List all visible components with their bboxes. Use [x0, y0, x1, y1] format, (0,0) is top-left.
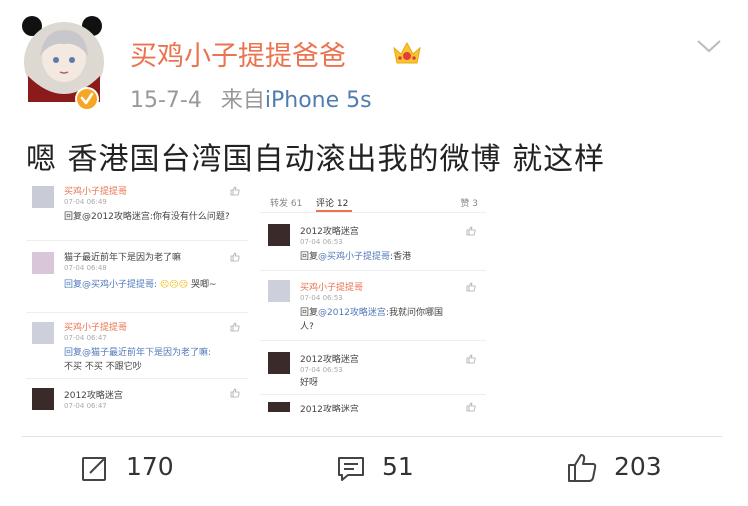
- embedded-image-left[interactable]: 买鸡小子提提哥 07-04 06:49 回复@2012攻略迷宫:你有没有什么问题…: [26, 184, 248, 412]
- comment-text: 回复@买鸡小子提提哥: ☹☹☹ 哭唧~: [64, 280, 217, 290]
- share-icon: [82, 457, 106, 481]
- tab-indicator: [316, 210, 352, 212]
- comment-time: 07-04 06:53: [300, 366, 343, 374]
- thumbs-up-icon: [568, 454, 597, 482]
- thumbs-up-icon[interactable]: [230, 252, 240, 262]
- tab-bar: 转发 61 评论 12 赞 3: [260, 184, 486, 213]
- list-item: 2012攻略迷宫 07-04 06:47: [26, 384, 248, 412]
- like-button[interactable]: 203: [566, 452, 662, 484]
- list-item: 2012攻略迷宫 07-04 06:53 回复@买鸡小子提提哥:香港: [260, 218, 486, 271]
- thumbs-up-icon[interactable]: [466, 226, 476, 236]
- list-item: 2012攻略迷宫 07-04 06:53 好呀: [260, 346, 486, 395]
- list-item: 买鸡小子提提哥 07-04 06:47 回复@猫子最近前年下是因为老了嘛: 不买 …: [26, 318, 248, 379]
- comment-time: 07-04 06:47: [64, 402, 107, 410]
- list-item: 2012攻略迷宫: [260, 398, 486, 412]
- avatar: [32, 388, 54, 410]
- avatar: [32, 252, 54, 274]
- tab-comment[interactable]: 评论 12: [316, 196, 348, 209]
- thumbs-up-icon[interactable]: [230, 186, 240, 196]
- comment-text: 回复@2012攻略迷宫:我就问你哪国 人?: [300, 308, 443, 332]
- thumbs-up-icon[interactable]: [230, 322, 240, 332]
- like-count: 203: [613, 452, 662, 481]
- list-item: 买鸡小子提提哥 07-04 06:53 回复@2012攻略迷宫:我就问你哪国 人?: [260, 276, 486, 341]
- thumbs-up-icon[interactable]: [466, 282, 476, 292]
- post-date: 15-7-4: [130, 88, 202, 113]
- list-item: 猫子最近前年下是因为老了嘛 07-04 06:48 回复@买鸡小子提提哥: ☹☹…: [26, 246, 248, 313]
- comment-text: 回复@买鸡小子提提哥:香港: [300, 252, 412, 262]
- comment-text: 回复@猫子最近前年下是因为老了嘛: 不买 不买 不跟它吵: [64, 348, 212, 372]
- comment-time: 07-04 06:47: [64, 334, 107, 342]
- comment-text: 好呀: [300, 378, 319, 388]
- avatar: [32, 322, 54, 344]
- tab-like[interactable]: 赞 3: [460, 196, 478, 209]
- comment-author: 买鸡小子提提哥: [64, 323, 128, 333]
- list-item: 买鸡小子提提哥 07-04 06:49 回复@2012攻略迷宫:你有没有什么问题…: [26, 184, 248, 241]
- comment-author: 2012攻略迷宫: [64, 391, 123, 401]
- crown-icon: [392, 40, 422, 66]
- chevron-down-icon[interactable]: [695, 36, 723, 56]
- comment-count: 51: [381, 452, 414, 481]
- post-source-prefix: 来自: [220, 88, 265, 113]
- verified-badge-icon: [74, 86, 100, 112]
- comment-author: 2012攻略迷宫: [300, 405, 359, 412]
- username[interactable]: 买鸡小子提提爸爸: [130, 34, 346, 73]
- divider: [22, 436, 722, 437]
- comment-button[interactable]: 51: [336, 452, 414, 483]
- thumbs-up-icon[interactable]: [466, 354, 476, 364]
- comment-text: 回复@2012攻略迷宫:你有没有什么问题?: [64, 212, 230, 222]
- embedded-image-right[interactable]: 转发 61 评论 12 赞 3 2012攻略迷宫 07-04 06:53 回复@…: [260, 184, 486, 412]
- post-content: 嗯 香港国台湾国自动滚出我的微博 就这样: [26, 142, 606, 177]
- comment-time: 07-04 06:53: [300, 238, 343, 246]
- avatar: [268, 402, 290, 412]
- post-source-device[interactable]: iPhone 5s: [265, 88, 372, 113]
- avatar: [32, 186, 54, 208]
- comment-icon: [338, 457, 364, 481]
- thumbs-up-icon[interactable]: [230, 388, 240, 398]
- comment-time: 07-04 06:48: [64, 264, 107, 272]
- repost-button[interactable]: 170: [80, 452, 174, 483]
- thumbs-up-icon[interactable]: [466, 402, 476, 412]
- comment-author: 猫子最近前年下是因为老了嘛: [64, 253, 182, 263]
- tab-repost[interactable]: 转发 61: [270, 196, 302, 209]
- comment-author: 买鸡小子提提哥: [64, 187, 128, 197]
- comment-time: 07-04 06:53: [300, 294, 343, 302]
- avatar: [268, 280, 290, 302]
- comment-time: 07-04 06:49: [64, 198, 107, 206]
- comment-author: 买鸡小子提提哥: [300, 283, 364, 293]
- post-meta: 15-7-4 来自iPhone 5s: [130, 82, 372, 114]
- repost-count: 170: [125, 452, 174, 481]
- avatar: [268, 352, 290, 374]
- avatar: [268, 224, 290, 246]
- comment-author: 2012攻略迷宫: [300, 355, 359, 365]
- comment-author: 2012攻略迷宫: [300, 227, 359, 237]
